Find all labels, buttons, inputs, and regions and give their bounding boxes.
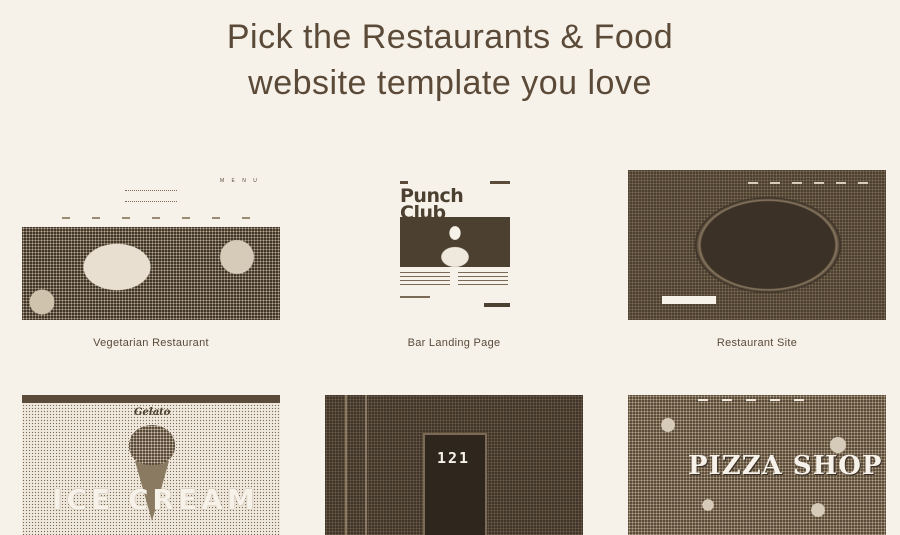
page-headline: Pick the Restaurants & Food website temp… — [0, 14, 900, 106]
template-thumbnail[interactable]: Gelato ICE CREAM — [22, 395, 280, 535]
preview-nav — [62, 217, 252, 219]
template-thumbnail[interactable]: M E N U — [22, 170, 280, 320]
headline-line-1: Pick the Restaurants & Food — [226, 18, 674, 56]
template-card-restaurant-site[interactable]: Restaurant Site — [628, 170, 886, 349]
template-card-ice-cream[interactable]: Gelato ICE CREAM — [22, 395, 280, 535]
template-thumbnail[interactable]: 121 — [325, 395, 583, 535]
headline-line-2: website template you love — [248, 64, 652, 102]
preview-menu-label: M E N U — [220, 178, 260, 184]
preview-header: M E N U — [22, 170, 280, 227]
preview-headline: PIZZA SHOP — [688, 451, 883, 481]
template-card-bar-landing-page[interactable]: Punch Club Bar Landing Page — [325, 170, 583, 349]
preview-top-bar — [22, 395, 280, 403]
preview-door-number: 121 — [437, 449, 471, 467]
template-caption[interactable]: Restaurant Site — [628, 337, 886, 349]
preview-page: Punch Club — [400, 180, 510, 310]
preview-scoop — [129, 425, 175, 465]
preview-button — [484, 303, 510, 307]
preview-photo — [400, 217, 510, 267]
preview-button — [662, 296, 716, 304]
preview-logo — [125, 190, 177, 202]
preview-nav — [698, 399, 818, 401]
template-thumbnail[interactable]: Punch Club — [325, 170, 583, 320]
preview-logo: Gelato — [134, 407, 171, 418]
preview-food-photo — [22, 227, 280, 320]
template-caption[interactable]: Vegetarian Restaurant — [22, 337, 280, 349]
template-card-vegetarian-restaurant[interactable]: M E N U Vegetarian Restaurant — [22, 170, 280, 349]
preview-headline: ICE CREAM — [52, 483, 259, 516]
template-thumbnail[interactable]: PIZZA SHOP — [628, 395, 886, 535]
preview-link — [400, 296, 430, 298]
preview-nav — [400, 181, 510, 184]
template-card-121[interactable]: 121 — [325, 395, 583, 535]
template-thumbnail[interactable] — [628, 170, 886, 320]
template-card-pizza-shop[interactable]: PIZZA SHOP — [628, 395, 886, 535]
preview-text-block — [400, 272, 450, 288]
preview-page: Gelato ICE CREAM — [22, 395, 280, 535]
template-caption[interactable]: Bar Landing Page — [325, 337, 583, 349]
preview-nav — [748, 182, 868, 184]
preview-text-block — [458, 272, 508, 288]
